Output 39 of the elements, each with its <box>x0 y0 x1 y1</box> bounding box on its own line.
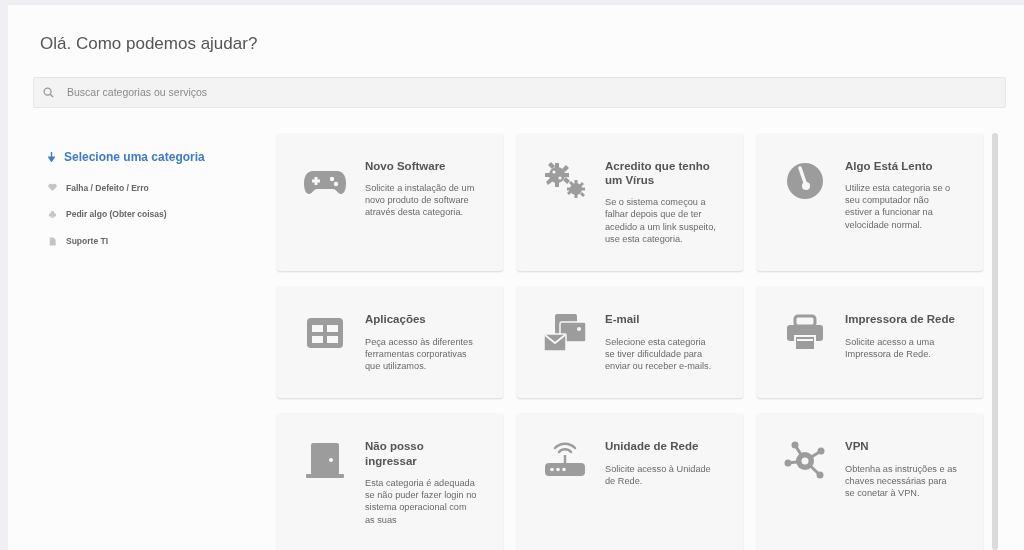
card-description: Solicite acesso à Unidade de Rede. <box>605 462 712 488</box>
sidebar-item[interactable]: Falha / Defeito / Erro <box>48 181 149 195</box>
card-title: E-mail <box>605 312 641 327</box>
card-description: Solicite a instalação de um novo produto de software através desta categoria. <box>365 181 476 219</box>
sidebar-heading: Selecione uma categoria <box>64 148 205 166</box>
category-card[interactable]: Unidade de Rede Solicite acesso à Unidade de Rede. <box>517 413 743 550</box>
page-title: Olá. Como podemos ajudar? <box>40 33 259 55</box>
category-card[interactable]: Não posso ingressar Esta categoria é adequada se não puder fazer login no sistema operacional com as suas <box>277 413 503 550</box>
card-title: Acredito que tenho um Vírus <box>605 158 711 188</box>
card-description: Selecione esta categoria se tiver dificuldade para enviar ou receber e-mails. <box>605 335 713 373</box>
card-title: Aplicações <box>365 312 427 327</box>
club-icon <box>48 210 57 220</box>
search-icon <box>43 86 54 98</box>
search-field[interactable]: Buscar categorias ou serviços <box>33 76 1006 108</box>
category-card[interactable]: Impressora de Rede Solicite acesso a uma Impressora de Rede. <box>757 286 983 399</box>
document-icon <box>48 236 57 246</box>
category-card[interactable]: Acredito que tenho um Vírus Se o sistema começou a falhar depois que de ter acedido a um link suspeito, use esta categoria. <box>517 132 743 272</box>
category-card[interactable]: E-mail Selecione esta categoria se tiver dificuldade para enviar ou receber e-mails. <box>517 286 743 399</box>
category-card[interactable]: VPN Obtenha as instruções e as chaves necessárias para se conetar à VPN. <box>757 413 983 550</box>
card-title: VPN <box>845 439 870 454</box>
category-card[interactable]: Algo Está Lento Utilize esta categoria se o seu computador não estiver a funcionar na velocidade normal. <box>757 132 983 272</box>
card-description: Utilize esta categoria se o seu computador não estiver a funcionar na velocidade normal. <box>845 181 952 231</box>
card-title: Novo Software <box>365 158 447 173</box>
card-title: Não posso ingressar <box>365 439 425 468</box>
card-title: Algo Está Lento <box>845 158 934 173</box>
sidebar-item[interactable]: Suporte TI <box>48 235 109 248</box>
card-title: Impressora de Rede <box>845 312 956 327</box>
sidebar-item[interactable]: Pedir algo (Obter coisas) <box>48 208 167 221</box>
card-description: Peça acesso às diferentes ferramentas corporativas que utilizamos. <box>365 335 474 373</box>
down-arrow-icon <box>48 151 55 162</box>
card-title: Unidade de Rede <box>605 439 700 454</box>
heart-icon <box>48 183 57 193</box>
card-description: Obtenha as instruções e as chaves necessárias para se conetar à VPN. <box>845 462 957 500</box>
card-description: Solicite acesso a uma Impressora de Rede. <box>845 335 936 361</box>
category-card[interactable]: Aplicações Peça acesso às diferentes ferramentas corporativas que utilizamos. <box>277 286 503 399</box>
category-card[interactable]: Novo Software Solicite a instalação de um novo produto de software através desta categoria. <box>277 132 503 272</box>
card-description: Se o sistema começou a falhar depois que de ter acedido a um link suspeito, use esta categoria. <box>605 196 717 246</box>
scrollbar[interactable] <box>992 132 998 550</box>
card-description: Esta categoria é adequada se não puder fazer login no sistema operacional com as suas <box>365 477 477 526</box>
